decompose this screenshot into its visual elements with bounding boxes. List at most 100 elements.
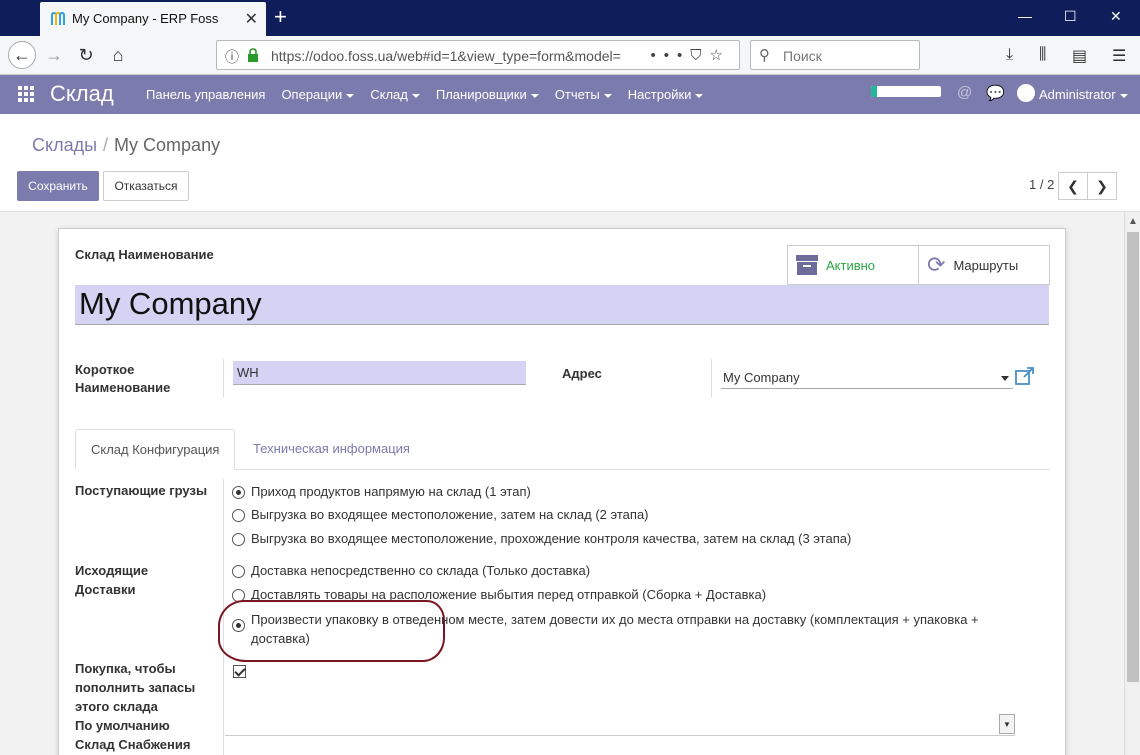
sidebar-icon[interactable]: ▤ (1072, 46, 1087, 66)
chevron-down-icon (695, 93, 704, 98)
chevron-down-icon (411, 93, 420, 98)
page-scrollbar[interactable]: ▲ (1124, 212, 1140, 755)
library-icon[interactable]: ⫼ (1039, 46, 1046, 64)
breadcrumb-current: My Company (114, 135, 221, 155)
browser-nav-bar: ← → ↻ ⌂ ⓘ https://odoo.foss.ua/web#id=1&… (0, 36, 1140, 75)
address-label: Адрес (562, 366, 602, 381)
default-resupply-label: По умолчанию Склад Снабжения (75, 718, 191, 752)
buy-to-resupply-checkbox[interactable] (233, 665, 246, 678)
breadcrumb-warehouses-link[interactable]: Склады (32, 135, 97, 155)
smart-buttons: Активно ⟳ Маршруты (787, 245, 1050, 285)
lock-icon (248, 48, 258, 62)
onboarding-progress-bar[interactable] (871, 86, 941, 97)
annotation-highlight-circle (218, 600, 445, 662)
default-resupply-select[interactable]: ▼ (225, 714, 1015, 736)
menu-item-settings[interactable]: Настройки (628, 87, 704, 102)
scrollbar-thumb[interactable] (1127, 232, 1139, 682)
back-icon[interactable]: ← (8, 41, 36, 69)
warehouse-name-input[interactable]: My Company (75, 285, 1049, 325)
menu-item-inventory[interactable]: Склад (370, 87, 420, 102)
short-name-label: Короткое Наименование (75, 362, 171, 395)
address-bar[interactable]: ⓘ https://odoo.foss.ua/web#id=1&view_typ… (216, 40, 740, 70)
breadcrumb-separator: / (103, 135, 109, 155)
form-tabs: Склад Конфигурация Техническая информаци… (75, 429, 1050, 470)
buy-to-resupply-label: Покупка, чтобы пополнить запасы этого ск… (75, 661, 196, 714)
search-input[interactable]: ⚲ Поиск (750, 40, 920, 70)
form-sheet: Склад Наименование Активно ⟳ Маршруты My… (58, 228, 1066, 755)
external-link-icon[interactable] (1015, 367, 1035, 385)
incoming-option-1[interactable]: Приход продуктов напрямую на склад (1 эт… (232, 484, 531, 499)
short-name-value: WH (237, 365, 259, 380)
user-menu[interactable]: Administrator (1039, 87, 1128, 102)
refresh-icon: ⟳ (927, 252, 946, 277)
radio-button[interactable] (232, 509, 245, 522)
address-value: My Company (723, 370, 800, 385)
pager-previous-icon[interactable]: ❮ (1058, 172, 1088, 200)
active-toggle-button[interactable]: Активно (788, 246, 919, 284)
avatar[interactable] (1017, 84, 1035, 102)
mention-icon[interactable]: @ (957, 84, 972, 101)
home-icon[interactable]: ⌂ (104, 41, 132, 69)
warehouse-name-value: My Company (79, 286, 262, 321)
archive-icon (796, 255, 818, 275)
warehouse-name-label: Склад Наименование (75, 247, 214, 262)
chevron-down-icon[interactable]: ▼ (999, 714, 1015, 734)
tab-title: My Company - ERP Foss (72, 11, 219, 26)
search-icon: ⚲ (759, 47, 770, 64)
close-window-icon[interactable]: ✕ (1110, 8, 1122, 25)
routes-button[interactable]: ⟳ Маршруты (919, 246, 1049, 284)
page-actions-icon[interactable]: •••⛉☆ (651, 46, 731, 64)
discard-button[interactable]: Отказаться (103, 171, 189, 201)
outgoing-option-1[interactable]: Доставка непосредственно со склада (Толь… (232, 563, 590, 578)
incoming-option-2[interactable]: Выгрузка во входящее местоположение, зат… (232, 507, 649, 522)
radio-button[interactable] (232, 486, 245, 499)
menu-item-reports[interactable]: Отчеты (555, 87, 612, 102)
menu-item-dashboard[interactable]: Панель управления (146, 87, 265, 102)
save-button[interactable]: Сохранить (17, 171, 99, 201)
browser-tab-bar: My Company - ERP Foss ✕ + — ☐ ✕ (0, 0, 1140, 36)
maximize-icon[interactable]: ☐ (1064, 8, 1077, 25)
divider (711, 359, 712, 397)
tab-warehouse-configuration[interactable]: Склад Конфигурация (75, 429, 236, 470)
menu-item-schedulers[interactable]: Планировщики (436, 87, 539, 102)
short-name-input[interactable]: WH (233, 361, 526, 385)
apps-grid-icon[interactable] (18, 86, 34, 102)
address-select[interactable]: My Company (721, 365, 1013, 389)
download-icon[interactable]: ⤓ (1006, 46, 1013, 64)
search-placeholder: Поиск (783, 48, 822, 64)
url-text: https://odoo.foss.ua/web#id=1&view_type=… (271, 48, 621, 64)
site-favicon-icon (51, 11, 65, 25)
radio-button[interactable] (232, 565, 245, 578)
app-brand[interactable]: Склад (50, 81, 114, 107)
info-icon[interactable]: ⓘ (225, 47, 239, 67)
forward-icon[interactable]: → (40, 41, 68, 69)
scroll-up-icon[interactable]: ▲ (1128, 216, 1138, 227)
divider (223, 359, 224, 397)
menu-items: Панель управления Операции Склад Планиро… (146, 87, 704, 102)
routes-label: Маршруты (953, 257, 1019, 273)
reload-icon[interactable]: ↻ (72, 41, 100, 69)
close-tab-icon[interactable]: ✕ (245, 9, 258, 29)
form-content-area: Склад Наименование Активно ⟳ Маршруты My… (0, 212, 1124, 755)
pager-value[interactable]: 1 / 2 (1029, 177, 1054, 192)
chevron-down-icon (1119, 93, 1128, 98)
new-tab-icon[interactable]: + (274, 4, 287, 30)
pager-next-icon[interactable]: ❯ (1087, 172, 1117, 200)
menu-icon[interactable]: ☰ (1112, 46, 1126, 66)
active-label: Активно (826, 257, 876, 273)
outgoing-shipments-label: Исходящие Доставки (75, 563, 149, 597)
browser-tab[interactable]: My Company - ERP Foss ✕ (40, 2, 266, 36)
chevron-down-icon (346, 93, 355, 98)
control-panel: Склады / My Company Сохранить Отказаться 1… (0, 114, 1140, 212)
minimize-icon[interactable]: — (1018, 8, 1032, 24)
incoming-shipments-label: Поступающие грузы (75, 483, 208, 498)
incoming-option-3[interactable]: Выгрузка во входящее местоположение, про… (232, 531, 851, 546)
chat-icon[interactable]: 💬 (986, 84, 1005, 102)
chevron-down-icon (603, 93, 612, 98)
menu-item-operations[interactable]: Операции (281, 87, 355, 102)
chevron-down-icon (1001, 376, 1009, 381)
breadcrumb: Склады / My Company (32, 135, 220, 156)
chevron-down-icon (530, 93, 539, 98)
tab-technical-information[interactable]: Техническая информация (238, 429, 425, 470)
radio-button[interactable] (232, 533, 245, 546)
